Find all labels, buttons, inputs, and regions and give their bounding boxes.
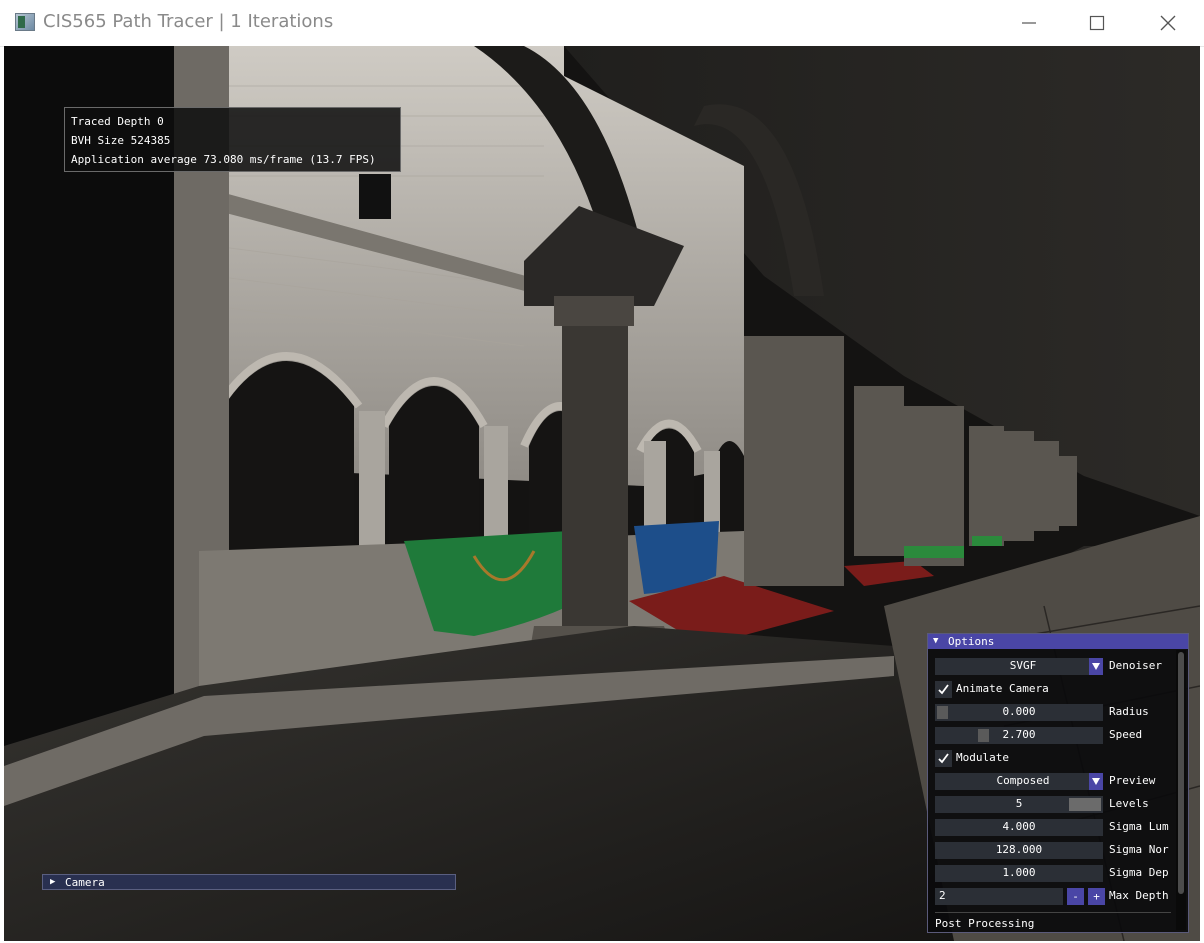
options-panel[interactable]: ▼ Options SVGF Denoiser Animate Camera 0… bbox=[927, 633, 1189, 933]
sigma-dep-label: Sigma Dep bbox=[1109, 866, 1169, 879]
levels-label: Levels bbox=[1109, 797, 1149, 810]
traced-depth-text: Traced Depth 0 bbox=[71, 115, 164, 128]
camera-panel-title: Camera bbox=[65, 876, 105, 889]
dropdown-arrow-icon[interactable] bbox=[1089, 658, 1103, 675]
preview-select[interactable]: Composed bbox=[935, 773, 1103, 790]
sigma-lum-input[interactable]: 4.000 bbox=[935, 819, 1103, 836]
animate-camera-row: Animate Camera bbox=[935, 681, 1135, 698]
close-icon bbox=[1160, 15, 1176, 31]
checkmark-icon bbox=[938, 684, 949, 695]
denoiser-value: SVGF bbox=[1009, 659, 1037, 672]
preview-label: Preview bbox=[1109, 774, 1156, 787]
options-scrollbar[interactable] bbox=[1176, 650, 1186, 930]
sigma-lum-label: Sigma Lum bbox=[1109, 820, 1169, 833]
sigma-lum-value: 4.000 bbox=[1002, 820, 1036, 833]
expand-triangle-icon: ▶ bbox=[50, 877, 56, 887]
modulate-row: Modulate bbox=[935, 750, 1135, 767]
animate-camera-checkbox[interactable] bbox=[935, 681, 952, 698]
speed-slider[interactable]: 2.700 bbox=[935, 727, 1103, 744]
checkmark-icon bbox=[938, 753, 949, 764]
sigma-nor-label: Sigma Nor bbox=[1109, 843, 1169, 856]
window-titlebar[interactable]: CIS565 Path Tracer | 1 Iterations bbox=[0, 0, 1204, 47]
max-depth-increment-button[interactable]: + bbox=[1088, 888, 1105, 905]
max-depth-decrement-button[interactable]: - bbox=[1067, 888, 1084, 905]
stats-overlay: Traced Depth 0 BVH Size 524385 Applicati… bbox=[64, 107, 401, 172]
sigma-dep-value: 1.000 bbox=[1002, 866, 1036, 879]
max-depth-row: 2 - + Max Depth bbox=[935, 888, 1175, 905]
bvh-size-text: BVH Size 524385 bbox=[71, 134, 171, 147]
sigma-nor-value: 128.000 bbox=[995, 843, 1043, 856]
denoiser-label: Denoiser bbox=[1109, 659, 1162, 672]
camera-panel-header[interactable]: ▶ Camera bbox=[42, 874, 456, 890]
close-button[interactable] bbox=[1145, 0, 1191, 46]
window-title: CIS565 Path Tracer | 1 Iterations bbox=[43, 11, 334, 32]
post-processing-row[interactable]: Post Processing bbox=[935, 916, 1135, 932]
fps-text: Application average 73.080 ms/frame (13.… bbox=[71, 153, 376, 166]
options-panel-header[interactable]: ▼ Options bbox=[928, 634, 1188, 649]
speed-label: Speed bbox=[1109, 728, 1143, 741]
section-divider bbox=[935, 912, 1171, 913]
radius-slider[interactable]: 0.000 bbox=[935, 704, 1103, 721]
maximize-button[interactable] bbox=[1074, 0, 1120, 46]
maximize-icon bbox=[1089, 15, 1105, 31]
animate-camera-label: Animate Camera bbox=[956, 682, 1049, 695]
minimize-icon bbox=[1022, 22, 1036, 24]
levels-value: 5 bbox=[1015, 797, 1023, 810]
modulate-checkbox[interactable] bbox=[935, 750, 952, 767]
speed-value: 2.700 bbox=[1002, 728, 1036, 741]
post-processing-header[interactable]: Post Processing bbox=[935, 917, 1034, 930]
max-depth-label: Max Depth bbox=[1109, 889, 1169, 902]
options-panel-title: Options bbox=[948, 635, 995, 648]
app-window-icon bbox=[15, 13, 35, 31]
preview-value: Composed bbox=[996, 774, 1050, 787]
max-depth-input[interactable]: 2 bbox=[935, 888, 1063, 905]
denoiser-select[interactable]: SVGF bbox=[935, 658, 1103, 675]
modulate-label: Modulate bbox=[956, 751, 1009, 764]
sigma-dep-input[interactable]: 1.000 bbox=[935, 865, 1103, 882]
options-scrollbar-thumb[interactable] bbox=[1178, 652, 1184, 894]
max-depth-value: 2 bbox=[939, 889, 946, 902]
minimize-button[interactable] bbox=[1006, 0, 1052, 46]
radius-value: 0.000 bbox=[1002, 705, 1036, 718]
collapse-triangle-icon: ▼ bbox=[933, 636, 939, 646]
levels-slider[interactable]: 5 bbox=[935, 796, 1103, 813]
dropdown-arrow-icon[interactable] bbox=[1089, 773, 1103, 790]
radius-label: Radius bbox=[1109, 705, 1149, 718]
sigma-nor-input[interactable]: 128.000 bbox=[935, 842, 1103, 859]
